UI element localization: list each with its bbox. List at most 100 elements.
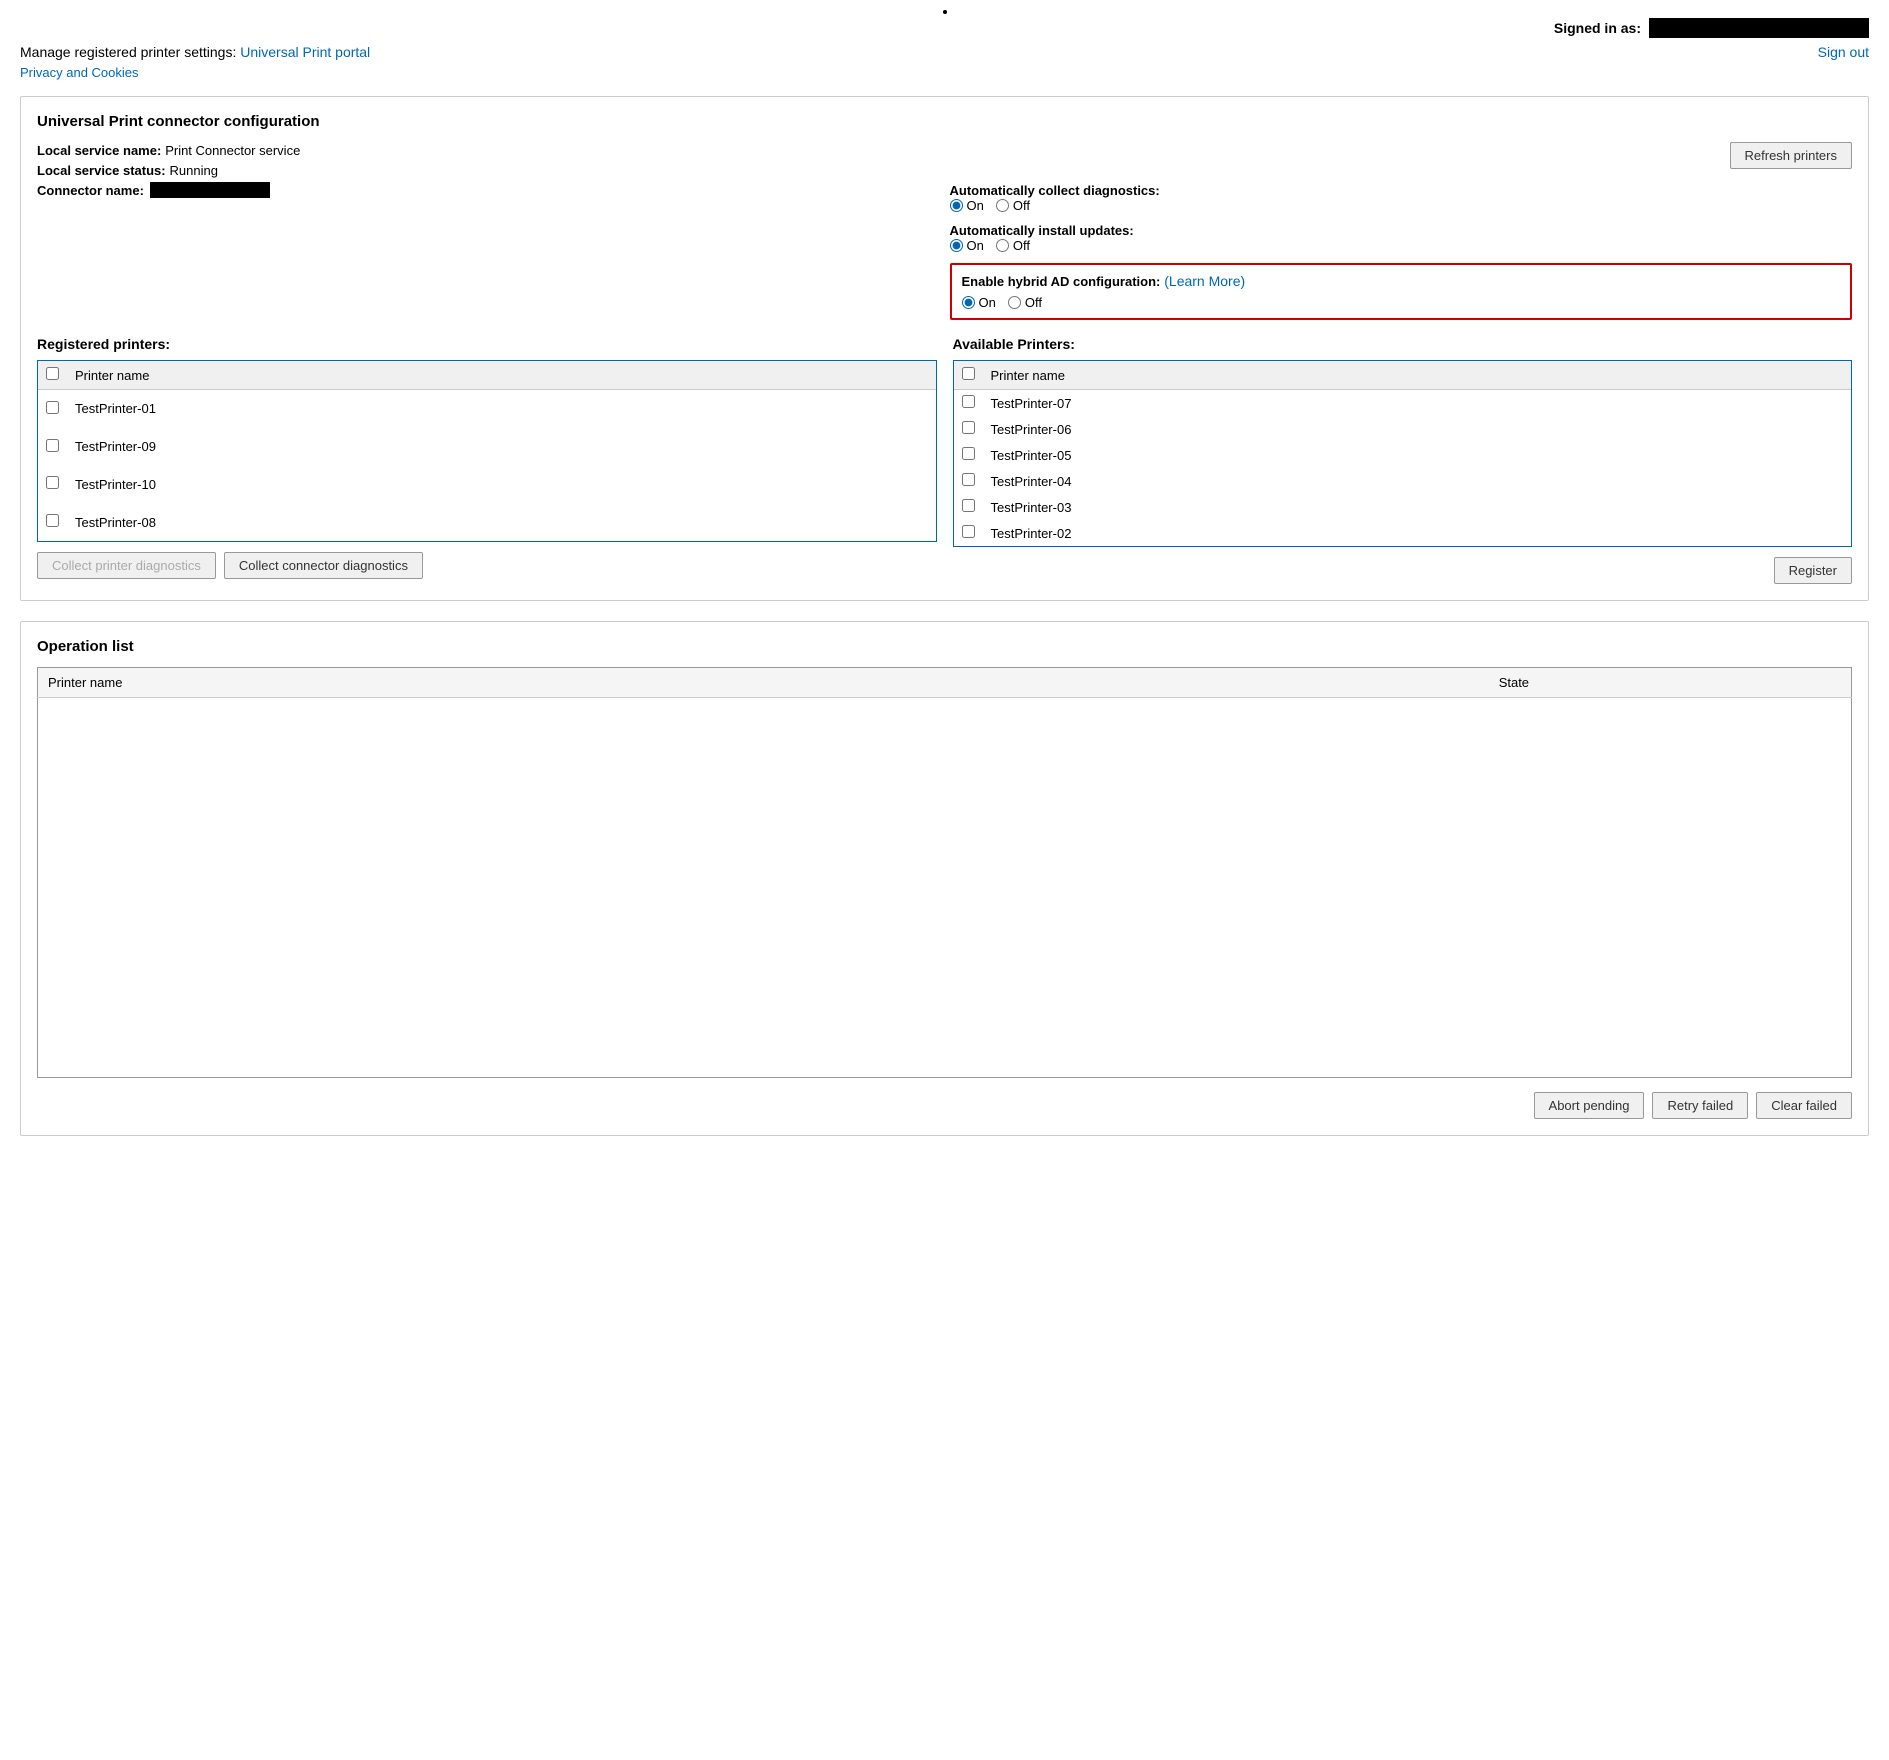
auto-diagnostics-on-label[interactable]: On xyxy=(950,198,984,213)
signed-in-section: Signed in as: xyxy=(1554,18,1869,38)
list-item: TestPrinter-03 xyxy=(954,494,1852,520)
manage-text-row: Manage registered printer settings: Univ… xyxy=(20,44,370,60)
decoration-dot xyxy=(943,10,947,14)
available-select-all-checkbox[interactable] xyxy=(962,367,975,380)
list-item: TestPrinter-09 xyxy=(38,428,936,466)
auto-diagnostics-off-label[interactable]: Off xyxy=(996,198,1030,213)
register-row: Register xyxy=(953,557,1853,584)
available-select-all-cell xyxy=(954,361,983,390)
registered-printer-name: TestPrinter-01 xyxy=(67,390,936,428)
portal-link[interactable]: Universal Print portal xyxy=(240,44,370,60)
auto-updates-on-text: On xyxy=(967,238,984,253)
available-printer-checkbox[interactable] xyxy=(962,499,975,512)
operation-btn-row: Abort pending Retry failed Clear failed xyxy=(37,1092,1852,1119)
hybrid-ad-on-radio[interactable] xyxy=(962,296,975,309)
auto-updates-radio-group: On Off xyxy=(950,238,1853,253)
top-bar: Signed in as: xyxy=(20,18,1869,38)
connector-name-label: Connector name: xyxy=(37,183,144,198)
local-service-name-value: Print Connector service xyxy=(165,143,300,158)
available-printers-body: TestPrinter-07TestPrinter-06TestPrinter-… xyxy=(954,390,1852,547)
privacy-link[interactable]: Privacy and Cookies xyxy=(20,65,139,80)
hybrid-ad-on-text: On xyxy=(979,295,996,310)
auto-updates-off-radio[interactable] xyxy=(996,239,1009,252)
registered-printers-table: Printer name TestPrinter-01TestPrinter-0… xyxy=(38,361,936,541)
list-item: TestPrinter-07 xyxy=(954,390,1852,417)
register-button[interactable]: Register xyxy=(1774,557,1852,584)
op-state-col: State xyxy=(1489,668,1852,698)
registered-select-all-checkbox[interactable] xyxy=(46,367,59,380)
clear-failed-button[interactable]: Clear failed xyxy=(1756,1092,1852,1119)
auto-updates-row: Automatically install updates: On Off xyxy=(950,223,1853,253)
available-printer-checkbox[interactable] xyxy=(962,473,975,486)
auto-diagnostics-on-radio[interactable] xyxy=(950,199,963,212)
registered-printer-checkbox[interactable] xyxy=(46,476,59,489)
auto-updates-label: Automatically install updates: xyxy=(950,223,1853,238)
auto-updates-off-label[interactable]: Off xyxy=(996,238,1030,253)
list-item: TestPrinter-08 xyxy=(38,503,936,541)
hybrid-ad-label: Enable hybrid AD configuration: xyxy=(962,274,1161,289)
available-printer-name: TestPrinter-02 xyxy=(983,520,1852,546)
printers-grid: Registered printers: Printer name TestPr… xyxy=(37,336,1852,584)
collect-printer-diagnostics-button[interactable]: Collect printer diagnostics xyxy=(37,552,216,579)
list-item: TestPrinter-05 xyxy=(954,442,1852,468)
registered-printers-panel: Registered printers: Printer name TestPr… xyxy=(37,336,937,584)
config-grid: Local service name: Print Connector serv… xyxy=(37,142,1852,320)
refresh-btn-row: Refresh printers xyxy=(950,142,1853,169)
list-item: TestPrinter-02 xyxy=(954,520,1852,546)
auto-diagnostics-on-text: On xyxy=(967,198,984,213)
available-printer-checkbox[interactable] xyxy=(962,447,975,460)
operation-list-title: Operation list xyxy=(37,638,1852,655)
available-printers-panel: Available Printers: Printer name TestPri… xyxy=(953,336,1853,584)
available-printer-checkbox[interactable] xyxy=(962,395,975,408)
registered-printer-name: TestPrinter-10 xyxy=(67,466,936,504)
op-empty-row xyxy=(38,698,1852,1078)
auto-updates-on-label[interactable]: On xyxy=(950,238,984,253)
config-left: Local service name: Print Connector serv… xyxy=(37,142,940,320)
signed-in-value xyxy=(1649,18,1869,38)
hybrid-ad-off-text: Off xyxy=(1025,295,1042,310)
registered-printer-name: TestPrinter-09 xyxy=(67,428,936,466)
collect-connector-diagnostics-button[interactable]: Collect connector diagnostics xyxy=(224,552,423,579)
connector-name-value xyxy=(150,182,270,198)
auto-diagnostics-off-text: Off xyxy=(1013,198,1030,213)
available-printer-checkbox[interactable] xyxy=(962,421,975,434)
abort-pending-button[interactable]: Abort pending xyxy=(1534,1092,1645,1119)
hybrid-ad-on-label[interactable]: On xyxy=(962,295,996,310)
hybrid-ad-off-radio[interactable] xyxy=(1008,296,1021,309)
manage-row: Manage registered printer settings: Univ… xyxy=(20,44,1869,60)
registered-printers-title: Registered printers: xyxy=(37,336,937,352)
operation-list-section: Operation list Printer name State Abort … xyxy=(20,621,1869,1136)
hybrid-ad-box: Enable hybrid AD configuration: (Learn M… xyxy=(950,263,1853,320)
refresh-printers-button[interactable]: Refresh printers xyxy=(1730,142,1852,169)
available-printer-name: TestPrinter-07 xyxy=(983,390,1852,417)
auto-diagnostics-off-radio[interactable] xyxy=(996,199,1009,212)
learn-more-link[interactable]: (Learn More) xyxy=(1164,273,1245,289)
list-item: TestPrinter-10 xyxy=(38,466,936,504)
local-service-status-label: Local service status: xyxy=(37,163,166,178)
list-item: TestPrinter-01 xyxy=(38,390,936,428)
registered-printer-checkbox[interactable] xyxy=(46,439,59,452)
signed-in-label: Signed in as: xyxy=(1554,20,1641,36)
available-printer-name: TestPrinter-06 xyxy=(983,416,1852,442)
sign-out-link[interactable]: Sign out xyxy=(1818,44,1869,60)
hybrid-ad-title-row: Enable hybrid AD configuration: (Learn M… xyxy=(962,273,1841,289)
auto-diagnostics-label: Automatically collect diagnostics: xyxy=(950,183,1853,198)
auto-diagnostics-radio-group: On Off xyxy=(950,198,1853,213)
registered-printer-name: TestPrinter-08 xyxy=(67,503,936,541)
local-service-status-value: Running xyxy=(170,163,218,178)
available-printers-table-wrapper: Printer name TestPrinter-07TestPrinter-0… xyxy=(953,360,1853,547)
config-right: Refresh printers Automatically collect d… xyxy=(950,142,1853,320)
registered-printer-checkbox[interactable] xyxy=(46,401,59,414)
auto-updates-off-text: Off xyxy=(1013,238,1030,253)
connector-name-row: Connector name: xyxy=(37,182,940,198)
available-printer-checkbox[interactable] xyxy=(962,525,975,538)
local-service-name-label: Local service name: xyxy=(37,143,161,158)
auto-updates-on-radio[interactable] xyxy=(950,239,963,252)
registered-printers-col-header: Printer name xyxy=(67,361,936,390)
hybrid-ad-off-label[interactable]: Off xyxy=(1008,295,1042,310)
retry-failed-button[interactable]: Retry failed xyxy=(1652,1092,1748,1119)
available-printers-header: Printer name xyxy=(954,361,1852,390)
manage-text: Manage registered printer settings: xyxy=(20,44,236,60)
registered-printer-checkbox[interactable] xyxy=(46,514,59,527)
operation-list-header: Printer name State xyxy=(38,668,1852,698)
